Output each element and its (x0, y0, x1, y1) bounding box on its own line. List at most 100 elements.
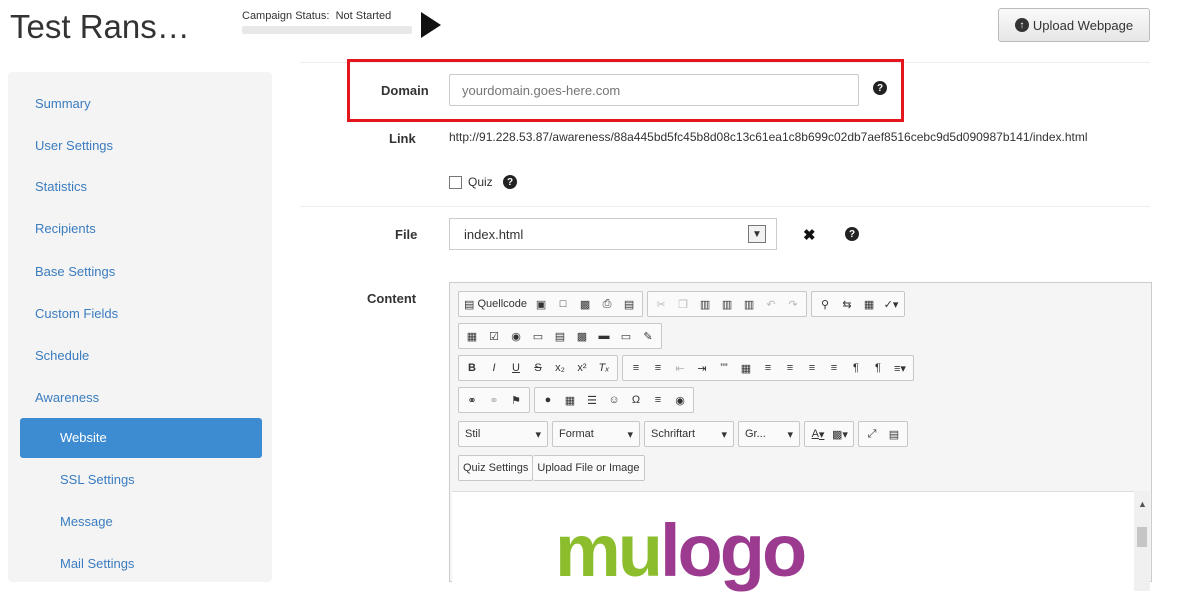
editor-scrollbar[interactable]: ▲ (1134, 491, 1150, 591)
redo-icon[interactable]: ↷ (783, 294, 803, 314)
undo-icon[interactable]: ↶ (761, 294, 781, 314)
paste-text-icon[interactable]: ▥ (717, 294, 737, 314)
new-page-icon[interactable]: □ (553, 294, 573, 314)
textfield-icon[interactable]: ▭ (528, 326, 548, 346)
style-combo[interactable]: Stil ▾ (458, 421, 548, 447)
toolbar-row: ⚭ ⚭ ⚑ ● ▦ ☰ ☺ Ω ≡ ◉ (458, 387, 694, 413)
indent-icon[interactable]: ⇥ (692, 358, 712, 378)
sidebar-item-user-settings[interactable]: User Settings (35, 138, 113, 153)
table-icon[interactable]: ▦ (560, 390, 580, 410)
sidebar-item-website[interactable]: Website (20, 418, 262, 458)
source-button[interactable]: ▤ Quellcode (462, 294, 529, 314)
form-icon[interactable]: ▦ (462, 326, 482, 346)
hidden-field-icon[interactable]: ✎ (638, 326, 658, 346)
italic-button[interactable]: I (484, 358, 504, 378)
sidebar-item-recipients[interactable]: Recipients (35, 221, 96, 236)
div-container-icon[interactable]: ▦ (736, 358, 756, 378)
text-color-button[interactable]: A ▾ (808, 424, 828, 444)
sidebar-item-awareness[interactable]: Awareness (35, 390, 99, 405)
page-break-icon[interactable]: ≡ (648, 390, 668, 410)
sidebar-item-message[interactable]: Message (60, 514, 113, 529)
superscript-button[interactable]: x² (572, 358, 592, 378)
smiley-icon[interactable]: ☺ (604, 390, 624, 410)
question-circle-icon[interactable]: ? (503, 175, 517, 189)
font-combo[interactable]: Schriftart ▾ (644, 421, 734, 447)
sidebar-item-statistics[interactable]: Statistics (35, 179, 87, 194)
quiz-checkbox[interactable] (449, 176, 462, 189)
sidebar-item-summary[interactable]: Summary (35, 96, 91, 111)
strike-button[interactable]: S (528, 358, 548, 378)
source-button-label: Quellcode (477, 298, 528, 310)
language-icon[interactable]: ≡▾ (890, 358, 910, 378)
question-circle-icon[interactable]: ? (873, 81, 887, 95)
find-icon[interactable]: ⚲ (815, 294, 835, 314)
quiz-settings-button[interactable]: Quiz Settings (458, 455, 534, 481)
cut-icon[interactable]: ✂ (651, 294, 671, 314)
x-icon[interactable]: ✖ (803, 226, 816, 244)
scrollbar-thumb[interactable] (1137, 527, 1147, 547)
bg-color-icon[interactable]: ▩▾ (830, 424, 850, 444)
text-color-label: A (811, 428, 819, 440)
templates-icon[interactable]: ▤ (619, 294, 639, 314)
show-blocks-icon[interactable]: ▤ (884, 424, 904, 444)
question-circle-icon[interactable]: ? (845, 227, 859, 241)
justify-icon[interactable]: ≡ (824, 358, 844, 378)
toolbar-group: ✂ ❐ ▥ ▥ ▥ ↶ ↷ (647, 291, 808, 317)
editor-content-area[interactable]: mulogo (452, 491, 1134, 591)
save-icon[interactable]: ▣ (531, 294, 551, 314)
iframe-icon[interactable]: ◉ (670, 390, 690, 410)
rtl-icon[interactable]: ¶ (868, 358, 888, 378)
sidebar-item-schedule[interactable]: Schedule (35, 348, 89, 363)
campaign-status: Campaign Status: Not Started (242, 10, 391, 22)
special-char-button[interactable]: Ω (626, 390, 646, 410)
bullet-list-icon[interactable]: ≡ (648, 358, 668, 378)
sidebar-item-ssl-settings[interactable]: SSL Settings (60, 472, 135, 487)
sidebar-item-mail-settings[interactable]: Mail Settings (60, 556, 134, 571)
radio-icon[interactable]: ◉ (506, 326, 526, 346)
play-icon[interactable] (421, 12, 441, 38)
upload-webpage-button[interactable]: ↑ Upload Webpage (998, 8, 1150, 42)
sidebar-item-base-settings[interactable]: Base Settings (35, 264, 115, 279)
spellcheck-icon[interactable]: ✓▾ (881, 294, 901, 314)
anchor-icon[interactable]: ⚑ (506, 390, 526, 410)
paste-icon[interactable]: ▥ (695, 294, 715, 314)
file-select[interactable]: index.html ▼ (449, 218, 777, 250)
outdent-icon[interactable]: ⇤ (670, 358, 690, 378)
replace-icon[interactable]: ⇆ (837, 294, 857, 314)
horizontal-line-icon[interactable]: ☰ (582, 390, 602, 410)
align-left-icon[interactable]: ≡ (758, 358, 778, 378)
align-right-icon[interactable]: ≡ (802, 358, 822, 378)
toolbar-group: ▦ ☑ ◉ ▭ ▤ ▩ ▬ ▭ ✎ (458, 323, 662, 349)
maximize-icon[interactable]: ⤢ (862, 424, 882, 444)
copy-icon[interactable]: ❐ (673, 294, 693, 314)
format-combo[interactable]: Format ▾ (552, 421, 640, 447)
ltr-icon[interactable]: ¶ (846, 358, 866, 378)
link-icon[interactable]: ⚭ (462, 390, 482, 410)
textarea-icon[interactable]: ▤ (550, 326, 570, 346)
select-all-icon[interactable]: ▦ (859, 294, 879, 314)
paste-word-icon[interactable]: ▥ (739, 294, 759, 314)
subscript-button[interactable]: x₂ (550, 358, 570, 378)
upload-file-button[interactable]: Upload File or Image (533, 455, 645, 481)
domain-input[interactable] (449, 74, 859, 106)
image-button-icon[interactable]: ▭ (616, 326, 636, 346)
select-icon[interactable]: ▩ (572, 326, 592, 346)
chevron-down-icon: ▾ (787, 428, 793, 441)
unlink-icon[interactable]: ⚭ (484, 390, 504, 410)
numbered-list-icon[interactable]: ≡ (626, 358, 646, 378)
flash-icon[interactable]: ● (538, 390, 558, 410)
underline-button[interactable]: U (506, 358, 526, 378)
align-center-icon[interactable]: ≡ (780, 358, 800, 378)
button-icon[interactable]: ▬ (594, 326, 614, 346)
blockquote-button[interactable]: ”” (714, 358, 734, 378)
bold-button[interactable]: B (462, 358, 482, 378)
print-icon[interactable]: ⎙ (597, 294, 617, 314)
size-combo-label: Gr... (745, 428, 766, 440)
source-icon: ▤ (464, 298, 475, 311)
sidebar-item-custom-fields[interactable]: Custom Fields (35, 306, 118, 321)
size-combo[interactable]: Gr... ▾ (738, 421, 800, 447)
checkbox-icon[interactable]: ☑ (484, 326, 504, 346)
clear-format-button[interactable]: Tₓ (594, 358, 614, 378)
preview-icon[interactable]: ▩ (575, 294, 595, 314)
chevron-up-icon[interactable]: ▲ (1138, 499, 1147, 509)
